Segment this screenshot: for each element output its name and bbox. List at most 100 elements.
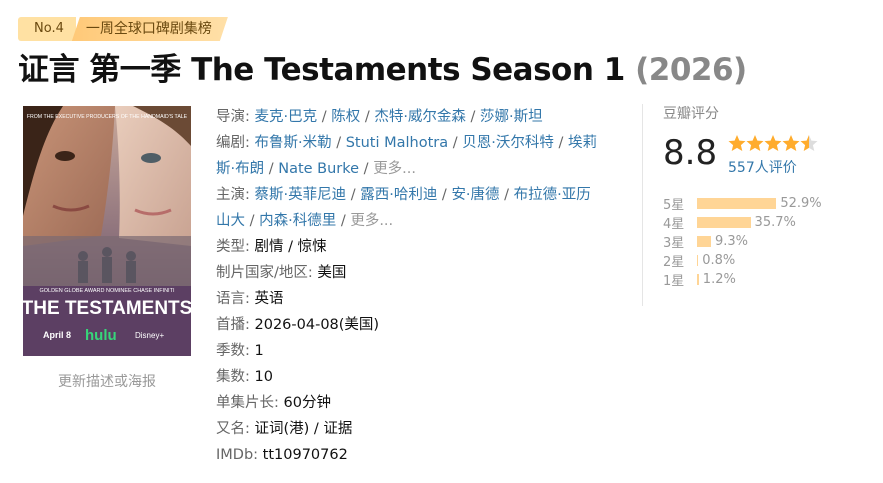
poster-network-logo: hulu	[85, 327, 117, 344]
episodes-value: 10	[254, 369, 273, 385]
cast-link[interactable]: 布拉德·亚历	[514, 187, 591, 203]
cast-row-continued: 山大 / 内森·科德里 / 更多...	[216, 213, 394, 229]
director-link[interactable]: 陈权	[331, 109, 360, 125]
writer-row-continued: 斯·布朗 / Nate Burke / 更多...	[216, 161, 417, 177]
star-icon	[728, 135, 746, 151]
director-row: 导演: 麦克·巴克 / 陈权 / 杰特·威尔金森 / 莎娜·斯坦	[216, 109, 543, 125]
star-icon	[746, 135, 764, 151]
star-level-label: 2星	[663, 255, 685, 270]
aka-label: 又名:	[216, 421, 250, 437]
votes-link[interactable]: 557人评价	[728, 157, 797, 177]
genre-label: 类型:	[216, 239, 250, 255]
language-value: 英语	[254, 291, 284, 307]
writer-row: 编剧: 布鲁斯·米勒 / Stuti Malhotra / 贝恩·沃尔科特 / …	[216, 135, 597, 151]
aka-value: 证词(港) / 证据	[254, 421, 353, 437]
rating-distribution-row: 5星 52.9%	[663, 194, 822, 213]
poster-credit: GOLDEN GLOBE AWARD NOMINEE CHASE INFINIT…	[40, 288, 175, 294]
country-value: 美国	[317, 265, 347, 281]
writer-link[interactable]: 埃莉	[568, 135, 597, 151]
genre-value: 惊悚	[297, 239, 327, 255]
rating-bar	[697, 198, 777, 209]
imdb-row: IMDb: tt10970762	[216, 442, 634, 468]
director-link[interactable]: 杰特·威尔金森	[374, 109, 466, 125]
star-icon	[782, 135, 800, 151]
poster-show-title: THE TESTAMENTS	[23, 298, 191, 319]
imdb-value: tt10970762	[262, 447, 348, 463]
runtime-value: 60分钟	[283, 395, 331, 411]
cast-link[interactable]: 内森·科德里	[259, 213, 336, 229]
star-level-label: 4星	[663, 217, 685, 232]
cast-link[interactable]: 安·唐德	[451, 187, 499, 203]
rating-distribution-row: 1星 1.2%	[663, 270, 822, 289]
poster-tagline: FROM THE EXECUTIVE PRODUCERS OF THE HAND…	[27, 114, 188, 120]
director-label: 导演	[216, 109, 245, 125]
writer-link[interactable]: 贝恩·沃尔科特	[462, 135, 554, 151]
cast-link[interactable]: 蔡斯·英菲尼迪	[255, 187, 347, 203]
writer-label: 编剧	[216, 135, 245, 151]
star-icon	[800, 135, 818, 151]
premiere-label: 首播:	[216, 317, 250, 333]
episodes-label: 集数:	[216, 369, 250, 385]
cast-more-link[interactable]: 更多...	[350, 213, 393, 229]
page-title: 证言 第一季 The Testaments Season 1 (2026)	[18, 44, 747, 89]
aka-row: 又名: 证词(港) / 证据	[216, 416, 634, 442]
rating-distribution-row: 3星 9.3%	[663, 232, 822, 251]
country-label: 制片国家/地区:	[216, 265, 313, 281]
star-icon	[764, 135, 782, 151]
rating-bar	[697, 217, 751, 228]
runtime-label: 单集片长:	[216, 395, 279, 411]
ranking-list-name[interactable]: 一周全球口碑剧集榜	[72, 17, 228, 41]
writer-link[interactable]: 斯·布朗	[216, 161, 264, 177]
writers-more-link[interactable]: 更多...	[373, 161, 416, 177]
rating-bar	[697, 236, 711, 247]
rating-percent: 35.7%	[754, 215, 796, 230]
genre-row: 类型: 剧情 / 惊悚	[216, 239, 327, 255]
poster-partner-logo: Disney+	[135, 331, 164, 340]
rating-percent: 52.9%	[780, 196, 822, 211]
cast-label: 主演	[216, 187, 245, 203]
rating-distribution-row: 4星 35.7%	[663, 213, 822, 232]
language-row: 语言: 英语	[216, 286, 634, 312]
update-poster-link[interactable]: 更新描述或海报	[23, 371, 191, 391]
writer-link[interactable]: Nate Burke	[278, 161, 359, 177]
rating-score: 8.8	[663, 133, 718, 173]
writer-link[interactable]: Stuti Malhotra	[346, 135, 448, 151]
subject-info: 导演: 麦克·巴克 / 陈权 / 杰特·威尔金森 / 莎娜·斯坦 编剧: 布鲁斯…	[216, 104, 634, 468]
rating-title: 豆瓣评分	[663, 106, 719, 122]
writer-link[interactable]: 布鲁斯·米勒	[255, 135, 332, 151]
cast-row: 主演: 蔡斯·英菲尼迪 / 露西·哈利迪 / 安·唐德 / 布拉德·亚历	[216, 187, 591, 203]
director-link[interactable]: 麦克·巴克	[255, 109, 318, 125]
poster-date: April 8	[43, 330, 71, 340]
divider	[642, 104, 643, 306]
imdb-label: IMDb:	[216, 447, 259, 463]
cast-link[interactable]: 露西·哈利迪	[360, 187, 437, 203]
runtime-row: 单集片长: 60分钟	[216, 390, 634, 416]
title-text: 证言 第一季 The Testaments Season 1	[18, 52, 625, 88]
poster-image[interactable]: FROM THE EXECUTIVE PRODUCERS OF THE HAND…	[23, 106, 191, 356]
director-link[interactable]: 莎娜·斯坦	[480, 109, 543, 125]
star-level-label: 3星	[663, 236, 685, 251]
rating-percent: 9.3%	[714, 234, 748, 249]
rank-number: No.4	[18, 17, 76, 41]
episodes-row: 集数: 10	[216, 364, 634, 390]
rating-bar	[697, 255, 699, 266]
rating-percent: 0.8%	[702, 253, 736, 268]
rating-percent: 1.2%	[702, 272, 736, 287]
ranking-badge[interactable]: No.4 一周全球口碑剧集榜	[18, 17, 228, 41]
premiere-row: 首播: 2026-04-08(美国)	[216, 312, 634, 338]
country-row: 制片国家/地区: 美国	[216, 260, 634, 286]
seasons-label: 季数:	[216, 343, 250, 359]
genre-value: 剧情	[254, 239, 284, 255]
star-level-label: 5星	[663, 198, 685, 213]
cast-link[interactable]: 山大	[216, 213, 245, 229]
star-rating	[728, 134, 818, 152]
seasons-value: 1	[254, 343, 264, 359]
seasons-row: 季数: 1	[216, 338, 634, 364]
premiere-value: 2026-04-08(美国)	[254, 317, 380, 333]
rating-bar	[697, 274, 699, 285]
rating-distribution: 5星 52.9% 4星 35.7% 3星 9.3% 2星 0.8% 1星 1.2%	[663, 194, 822, 289]
rating-panel: 豆瓣评分 8.8 557人评价 5星 52.9% 4星 35.7% 3星 9.3% 2星 0.…	[663, 103, 873, 289]
title-year: (2026)	[635, 52, 747, 88]
star-level-label: 1星	[663, 274, 685, 289]
language-label: 语言:	[216, 291, 250, 307]
